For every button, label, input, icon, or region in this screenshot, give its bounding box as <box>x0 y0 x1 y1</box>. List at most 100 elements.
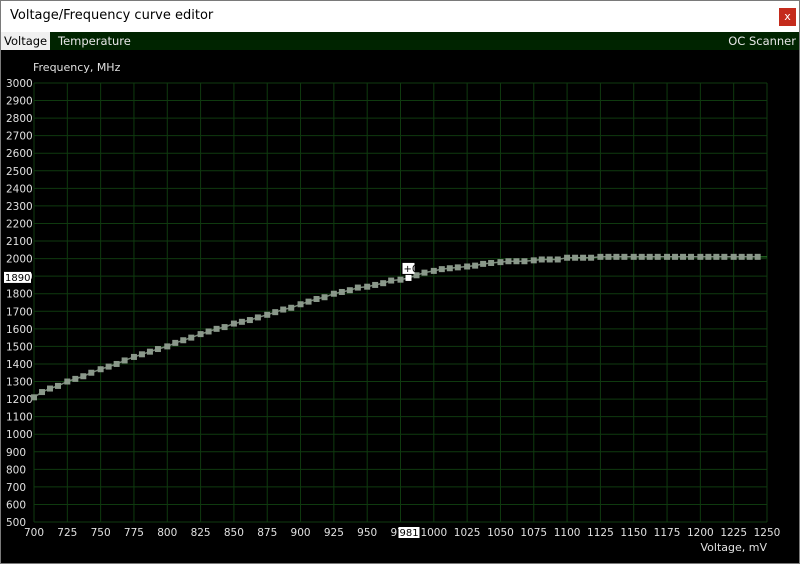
curve-point[interactable] <box>80 373 87 380</box>
curve-point[interactable] <box>588 254 595 261</box>
curve-point[interactable] <box>205 328 212 335</box>
curve-point[interactable] <box>630 253 637 260</box>
curve-point[interactable] <box>113 360 120 367</box>
curve-point[interactable] <box>254 314 261 321</box>
curve-point[interactable] <box>154 346 161 353</box>
curve-point[interactable] <box>354 284 361 291</box>
curve-point[interactable] <box>521 258 528 265</box>
curve-point[interactable] <box>288 304 295 311</box>
curve-point[interactable] <box>572 254 579 261</box>
curve-point[interactable] <box>64 378 71 385</box>
curve-point[interactable] <box>638 253 645 260</box>
curve-point[interactable] <box>305 298 312 305</box>
curve-point[interactable] <box>138 351 145 358</box>
selected-point-group[interactable]: +0 1890 981 <box>4 262 420 539</box>
curve-point[interactable] <box>730 253 737 260</box>
curve-point[interactable] <box>380 280 387 287</box>
curve-point[interactable] <box>664 253 671 260</box>
curve-point[interactable] <box>246 317 253 324</box>
curve-point[interactable] <box>446 265 453 272</box>
curve-point[interactable] <box>713 253 720 260</box>
curve-point[interactable] <box>213 325 220 332</box>
x-tick-label: 950 <box>357 527 377 539</box>
curve-point[interactable] <box>705 253 712 260</box>
curve-point[interactable] <box>54 382 61 389</box>
curve-point[interactable] <box>438 266 445 273</box>
y-tick-label: 1100 <box>6 412 33 424</box>
curve-point[interactable] <box>488 259 495 266</box>
curve-point[interactable] <box>746 253 753 260</box>
curve-point[interactable] <box>230 320 237 327</box>
curve-point[interactable] <box>197 331 204 338</box>
curve-point[interactable] <box>754 253 761 260</box>
curve-point[interactable] <box>480 260 487 267</box>
curve-point[interactable] <box>146 348 153 355</box>
curve-point[interactable] <box>238 318 245 325</box>
curve-point[interactable] <box>497 259 504 266</box>
curve-point[interactable] <box>613 253 620 260</box>
curve-point[interactable] <box>180 337 187 344</box>
curve-point[interactable] <box>88 369 95 376</box>
curve-point[interactable] <box>430 267 437 274</box>
curve-point[interactable] <box>680 253 687 260</box>
curve-point[interactable] <box>688 253 695 260</box>
curve-point[interactable] <box>31 394 37 401</box>
curve-point[interactable] <box>597 253 604 260</box>
curve-point[interactable] <box>105 363 112 370</box>
y-tick-label: 600 <box>6 499 26 511</box>
curve-point[interactable] <box>264 311 271 318</box>
curve-point[interactable] <box>388 277 395 284</box>
curve-point[interactable] <box>554 256 561 263</box>
y-tick-label: 1800 <box>6 289 33 301</box>
curve-point[interactable] <box>280 306 287 313</box>
curve-point[interactable] <box>397 276 404 283</box>
curve-point[interactable] <box>505 258 512 265</box>
curve-point[interactable] <box>646 253 653 260</box>
curve-point[interactable] <box>188 334 195 341</box>
curve-point[interactable] <box>421 269 428 276</box>
curve-point[interactable] <box>564 254 571 261</box>
curve-point[interactable] <box>580 254 587 261</box>
curve-point[interactable] <box>472 262 479 269</box>
curve-point[interactable] <box>313 295 320 302</box>
y-tick-label: 1000 <box>6 429 33 441</box>
curve-point[interactable] <box>121 357 128 364</box>
curve-point[interactable] <box>697 253 704 260</box>
curve-point[interactable] <box>272 309 279 316</box>
curve-point[interactable] <box>330 290 337 297</box>
curve-point[interactable] <box>38 389 45 396</box>
curve-point[interactable] <box>338 288 345 295</box>
y-tick-label: 1500 <box>6 341 33 353</box>
curve-point[interactable] <box>454 264 461 271</box>
curve-point[interactable] <box>672 253 679 260</box>
curve-point[interactable] <box>621 253 628 260</box>
curve-point[interactable] <box>654 253 661 260</box>
vf-curve-chart[interactable]: 5006007008009001000110012001300140015001… <box>0 0 800 564</box>
curve-point[interactable] <box>346 287 353 294</box>
y-tick-label: 700 <box>6 482 26 494</box>
curve-point[interactable] <box>513 258 520 265</box>
curve-point[interactable] <box>46 385 53 392</box>
curve-point[interactable] <box>321 294 328 301</box>
curve-point[interactable] <box>172 339 179 346</box>
curve-point[interactable] <box>297 301 304 308</box>
curve-point[interactable] <box>464 263 471 270</box>
curve-point[interactable] <box>130 353 137 360</box>
x-axis-label: Voltage, mV <box>701 541 768 554</box>
curve-point[interactable] <box>721 253 728 260</box>
curve-point[interactable] <box>538 256 545 263</box>
curve-point[interactable] <box>221 324 228 331</box>
curve-point[interactable] <box>530 257 537 264</box>
curve-point[interactable] <box>364 283 371 290</box>
curve-point[interactable] <box>546 256 553 263</box>
curve-point[interactable] <box>72 375 79 382</box>
curve-point[interactable] <box>164 343 171 350</box>
y-tick-label: 2700 <box>6 131 33 143</box>
curve-point[interactable] <box>372 281 379 288</box>
y-tick-label: 2800 <box>6 113 33 125</box>
selected-point[interactable] <box>405 274 412 281</box>
curve-point[interactable] <box>605 253 612 260</box>
curve-point[interactable] <box>97 366 104 373</box>
x-tick-label: 850 <box>224 527 244 539</box>
curve-point[interactable] <box>738 253 745 260</box>
